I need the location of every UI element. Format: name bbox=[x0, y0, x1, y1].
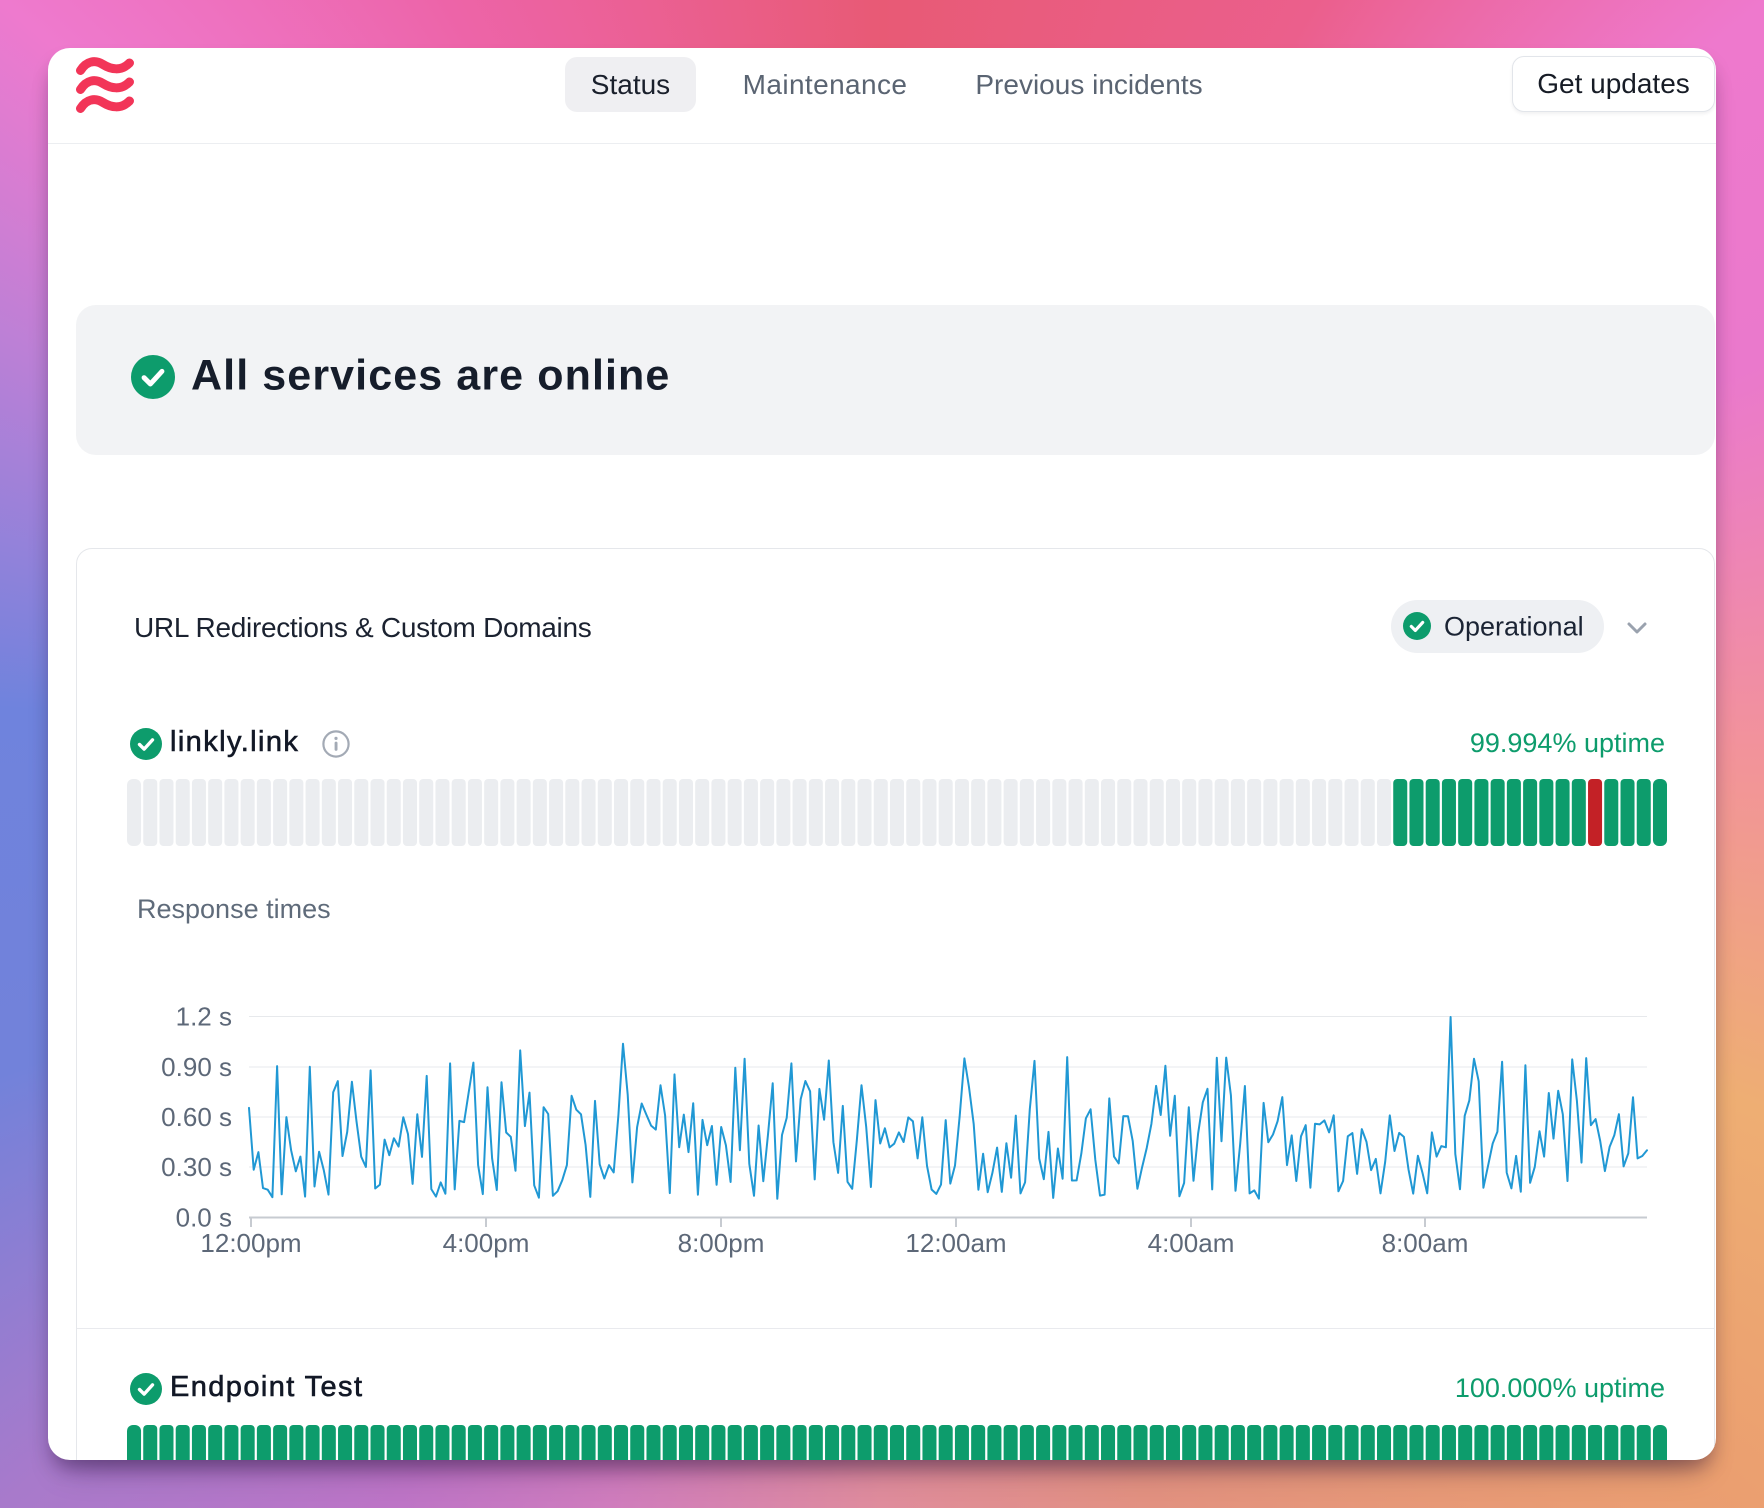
svg-text:0.30 s: 0.30 s bbox=[161, 1152, 232, 1182]
svg-text:0.60 s: 0.60 s bbox=[161, 1102, 232, 1132]
svg-text:12:00pm: 12:00pm bbox=[200, 1228, 301, 1258]
svg-text:1.2 s: 1.2 s bbox=[176, 1002, 232, 1032]
svg-text:12:00am: 12:00am bbox=[905, 1228, 1006, 1258]
svg-text:4:00am: 4:00am bbox=[1148, 1228, 1235, 1258]
svg-text:4:00pm: 4:00pm bbox=[443, 1228, 530, 1258]
svg-text:8:00pm: 8:00pm bbox=[678, 1228, 765, 1258]
svg-text:8:00am: 8:00am bbox=[1382, 1228, 1469, 1258]
svg-text:0.90 s: 0.90 s bbox=[161, 1052, 232, 1082]
